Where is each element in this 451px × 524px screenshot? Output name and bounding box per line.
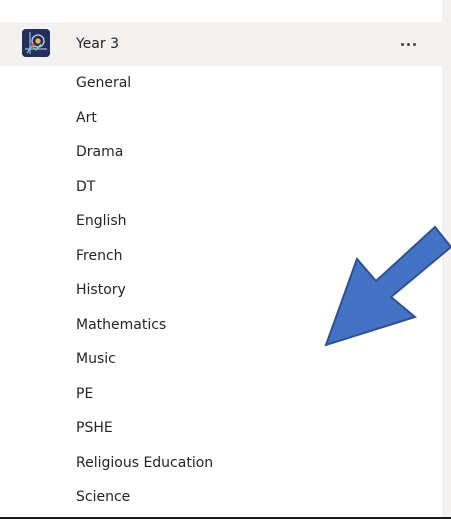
channel-label: General: [76, 75, 132, 91]
team-header[interactable]: Year 3: [0, 22, 442, 66]
channel-label: Music: [76, 351, 116, 367]
channel-label: PE: [76, 385, 94, 402]
channel-item-pshe[interactable]: PSHE: [0, 411, 442, 446]
channel-label: Religious Education: [76, 454, 214, 471]
arrow-annotation: [324, 225, 451, 347]
channel-item-drama[interactable]: Drama: [0, 135, 442, 170]
channel-label: Science: [76, 489, 131, 505]
more-options-icon: [412, 42, 416, 46]
channel-item-religious-education[interactable]: Religious Education: [0, 446, 442, 481]
channel-item-art[interactable]: Art: [0, 101, 442, 136]
team-avatar[interactable]: [22, 29, 50, 57]
channel-label: History: [76, 282, 126, 298]
channel-label: English: [76, 213, 127, 229]
channel-item-general[interactable]: General: [0, 66, 442, 101]
arrow-shape: [324, 225, 451, 347]
channel-label: French: [76, 247, 123, 264]
channel-item-pe[interactable]: PE: [0, 377, 442, 412]
channel-label: Drama: [76, 144, 124, 160]
more-options-icon: [400, 42, 404, 46]
channel-label: DT: [76, 178, 96, 195]
team-name: Year 3: [76, 36, 119, 52]
more-options-icon: [406, 42, 410, 46]
channel-label: Mathematics: [76, 316, 167, 333]
bottom-border: [0, 517, 451, 519]
more-options-button[interactable]: [392, 32, 424, 56]
channel-label: PSHE: [76, 420, 113, 436]
channel-label: Art: [76, 109, 97, 126]
channel-item-dt[interactable]: DT: [0, 170, 442, 205]
channel-item-science[interactable]: Science: [0, 480, 442, 515]
team-logo-icon: [22, 29, 50, 57]
